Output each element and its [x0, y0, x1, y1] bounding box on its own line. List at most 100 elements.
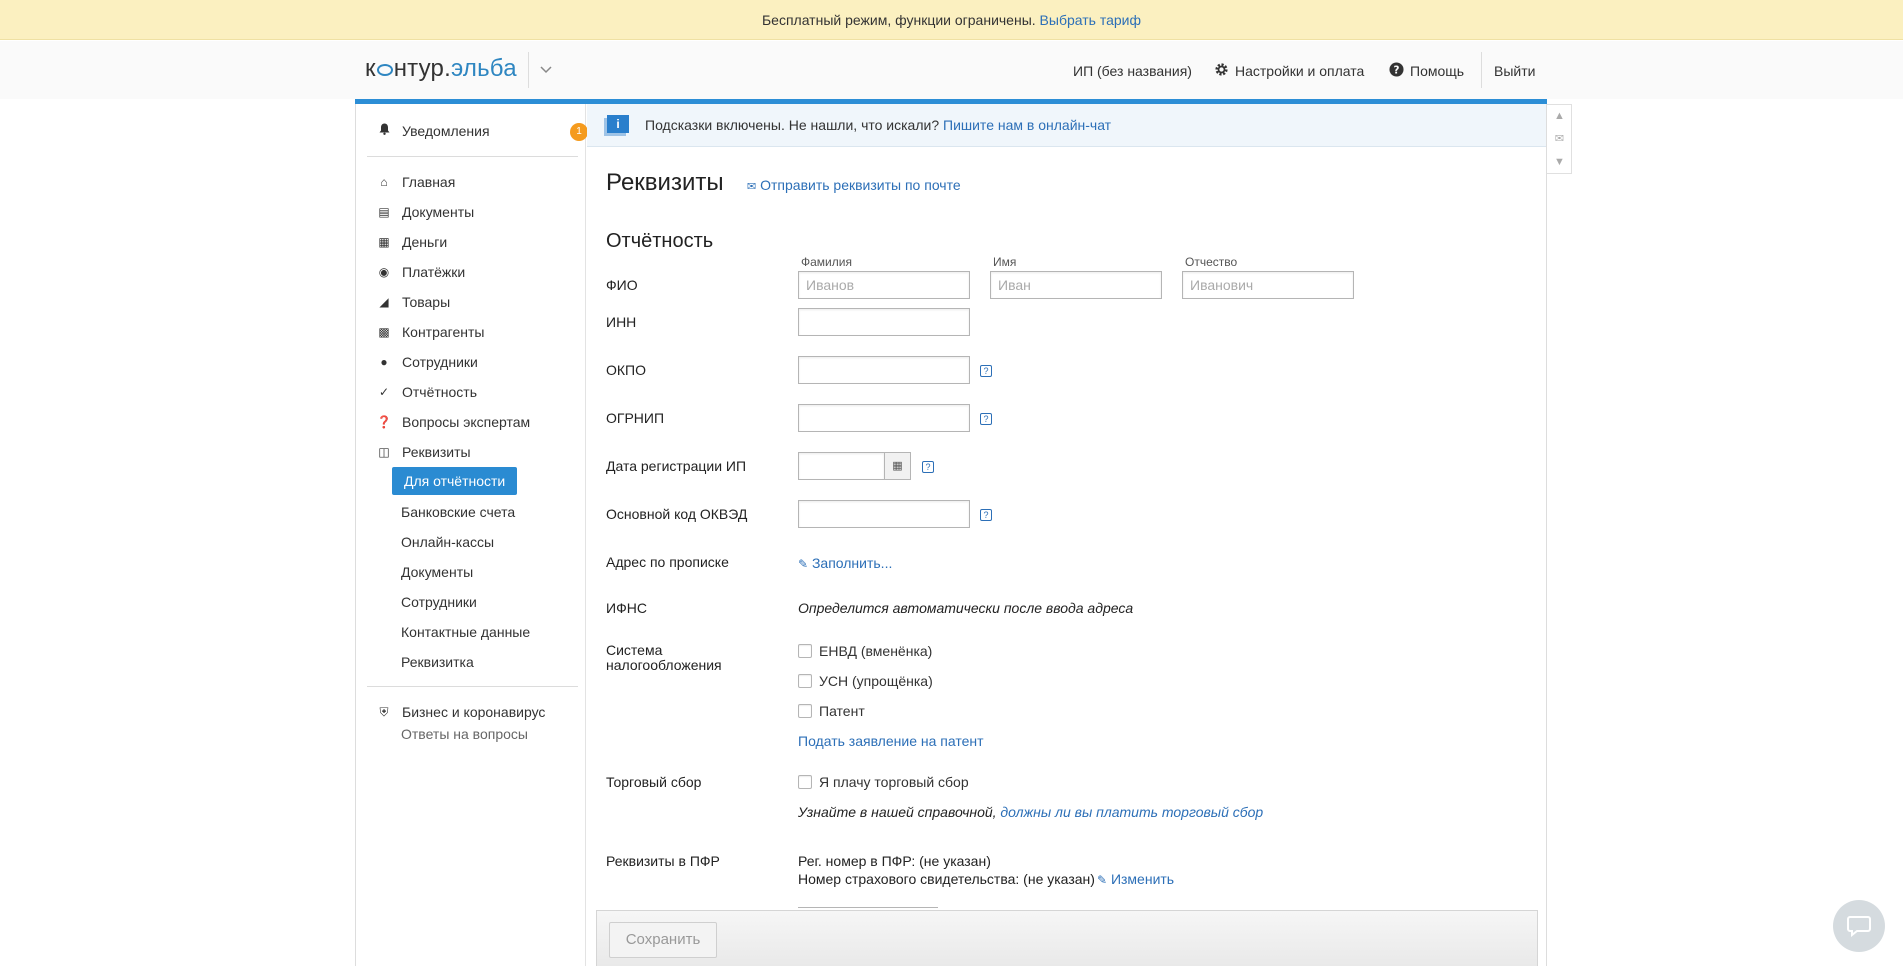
- patronymic-label: Отчество: [1185, 255, 1238, 269]
- okpo-input[interactable]: [798, 356, 970, 384]
- inn-label: ИНН: [606, 314, 637, 330]
- calendar-icon[interactable]: ▦: [884, 452, 911, 480]
- question-icon: ❓: [376, 415, 392, 429]
- hints-text: Подсказки включены. Не нашли, что искали…: [645, 117, 940, 133]
- surname-input[interactable]: Иванов: [798, 271, 970, 299]
- sidebar-sub-for-reporting[interactable]: Для отчётности: [392, 467, 518, 495]
- okved-input[interactable]: [798, 500, 970, 528]
- sidebar: Уведомления 1 ⌂ Главная ▤ Документы ▦ Деньг…: [356, 104, 588, 966]
- send-requisites-link[interactable]: ✉ Отправить реквизиты по почте: [747, 177, 961, 193]
- sidebar-sub-online-cash[interactable]: Онлайн-кассы: [401, 531, 494, 553]
- gear-icon: [1214, 62, 1229, 81]
- save-button[interactable]: Сохранить: [609, 922, 717, 958]
- pencil-icon: ✎: [1097, 873, 1108, 887]
- name-input[interactable]: Иван: [990, 271, 1162, 299]
- help-icon[interactable]: ?: [980, 365, 992, 377]
- inn-input[interactable]: [798, 308, 970, 336]
- pfr-change-link[interactable]: ✎ Изменить: [1097, 871, 1174, 887]
- sidebar-covid-answers[interactable]: Ответы на вопросы: [401, 723, 528, 745]
- ogrnip-input[interactable]: [798, 404, 970, 432]
- logout-link[interactable]: Выйти: [1494, 60, 1535, 82]
- pfr-certificate: Номер страхового свидетельства: (не указ…: [798, 871, 1095, 887]
- regdate-input[interactable]: [798, 452, 885, 480]
- info-icon: i: [607, 115, 629, 133]
- settings-link[interactable]: Настройки и оплата: [1214, 60, 1364, 82]
- chat-button[interactable]: [1833, 900, 1885, 952]
- tax-system-label: Система налогообложения: [606, 642, 722, 673]
- patent-application-link[interactable]: Подать заявление на патент: [798, 733, 984, 749]
- sidebar-item-reporting[interactable]: ✓ Отчётность: [374, 381, 477, 403]
- sidebar-sub-bank-accounts[interactable]: Банковские счета: [401, 501, 515, 523]
- document-icon: ▤: [378, 205, 390, 219]
- hints-bar: i Подсказки включены. Не нашли, что иска…: [587, 104, 1546, 147]
- sidebar-item-employees[interactable]: ● Сотрудники: [374, 351, 477, 373]
- home-icon: ⌂: [380, 175, 388, 189]
- sidebar-divider: [367, 156, 578, 157]
- sidebar-item-documents[interactable]: ▤ Документы: [374, 201, 474, 223]
- sidebar-item-goods[interactable]: ◢ Товары: [374, 291, 450, 313]
- sidebar-sub-employees[interactable]: Сотрудники: [401, 591, 477, 613]
- sidebar-item-experts[interactable]: ❓ Вопросы экспертам: [374, 411, 531, 433]
- user-icon: ●: [380, 355, 388, 369]
- sidebar-sub-contacts[interactable]: Контактные данные: [401, 621, 530, 643]
- pfr-label: Реквизиты в ПФР: [606, 853, 720, 869]
- money-icon: ▦: [378, 235, 390, 249]
- cart-icon: ◢: [379, 295, 389, 309]
- svg-text:?: ?: [1394, 64, 1400, 76]
- online-chat-link[interactable]: Пишите нам в онлайн-чат: [943, 117, 1111, 133]
- org-name-link[interactable]: ИП (без названия): [1073, 60, 1192, 82]
- choose-tariff-link[interactable]: Выбрать тариф: [1040, 12, 1141, 28]
- page-title: Реквизиты: [606, 169, 724, 196]
- help-icon[interactable]: ?: [922, 461, 934, 473]
- help-link[interactable]: ? Помощь: [1389, 60, 1464, 82]
- chevron-down-icon[interactable]: [538, 58, 554, 82]
- shield-icon: ⛨: [379, 705, 389, 719]
- name-label: Имя: [993, 255, 1017, 269]
- sidebar-item-home[interactable]: ⌂ Главная: [374, 171, 455, 193]
- fill-address-link[interactable]: ✎ Заполнить...: [798, 555, 892, 571]
- feedback-panel: ▲ ✉ ▼: [1547, 104, 1572, 174]
- sidebar-item-requisites[interactable]: ◫ Реквизиты: [374, 441, 470, 463]
- trade-fee-checkbox[interactable]: Я плачу торговый сбор: [798, 774, 969, 790]
- trade-fee-label: Торговый сбор: [606, 774, 702, 790]
- notifications-count-badge: 1: [570, 123, 588, 141]
- sidebar-item-covid[interactable]: ⛨ Бизнес и коронавирус: [374, 701, 545, 723]
- header: [0, 41, 1903, 99]
- thumbs-down-icon[interactable]: ▼: [1547, 151, 1572, 174]
- help-icon[interactable]: ?: [980, 413, 992, 425]
- briefcase-icon: ▩: [378, 325, 390, 339]
- trade-fee-note: Узнайте в нашей справочной, должны ли вы…: [798, 804, 1264, 820]
- report-icon: ✓: [378, 385, 390, 399]
- header-divider: [1481, 52, 1482, 88]
- ifns-label: ИФНС: [606, 600, 647, 616]
- pencil-icon: ✎: [798, 557, 809, 571]
- bell-icon: [374, 120, 394, 142]
- sidebar-item-notifications[interactable]: Уведомления 1: [374, 120, 588, 142]
- chat-icon: [1847, 916, 1871, 937]
- sidebar-sub-card[interactable]: Реквизитка: [401, 651, 474, 673]
- kontur-elba-logo[interactable]: к нтур.эльба: [365, 55, 517, 83]
- patent-checkbox[interactable]: Патент: [798, 703, 865, 719]
- fio-label: ФИО: [606, 277, 638, 293]
- section-title: Отчётность: [606, 230, 714, 252]
- mail-icon[interactable]: ✉: [1547, 128, 1572, 151]
- envd-checkbox[interactable]: ЕНВД (вменёнка): [798, 643, 932, 659]
- sidebar-item-payments[interactable]: ◉ Платёжки: [374, 261, 465, 283]
- sidebar-item-money[interactable]: ▦ Деньги: [374, 231, 447, 253]
- banner-text: Бесплатный режим, функции ограничены.: [761, 12, 1036, 28]
- envelope-icon: ✉: [747, 181, 757, 193]
- sidebar-sub-documents[interactable]: Документы: [401, 561, 473, 583]
- sidebar-item-contractors[interactable]: ▩ Контрагенты: [374, 321, 484, 343]
- requisites-icon: ◫: [378, 445, 390, 459]
- usn-checkbox[interactable]: УСН (упрощёнка): [798, 673, 933, 689]
- pfr-reg-number: Рег. номер в ПФР: (не указан): [798, 853, 991, 869]
- thumbs-up-icon[interactable]: ▲: [1547, 105, 1572, 128]
- ifns-value: Определится автоматически после ввода ад…: [798, 600, 1134, 616]
- address-label: Адрес по прописке: [606, 554, 729, 570]
- okved-label: Основной код ОКВЭД: [606, 506, 748, 522]
- sidebar-divider: [367, 686, 578, 687]
- question-circle-icon: ?: [1389, 61, 1404, 81]
- trade-fee-help-link[interactable]: должны ли вы платить торговый сбор: [1000, 804, 1263, 820]
- patronymic-input[interactable]: Иванович: [1182, 271, 1354, 299]
- help-icon[interactable]: ?: [980, 509, 992, 521]
